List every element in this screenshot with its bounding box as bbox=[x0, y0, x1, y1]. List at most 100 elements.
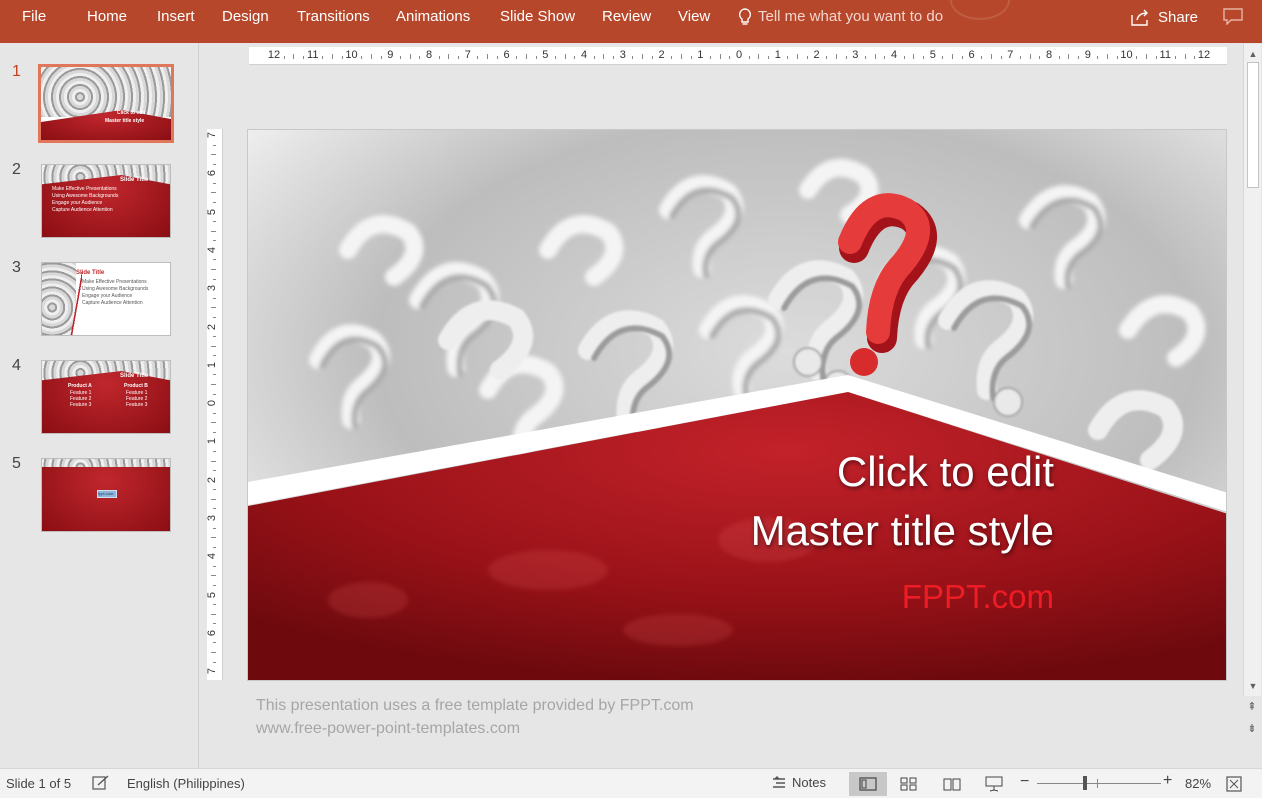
normal-view-icon bbox=[859, 777, 877, 791]
tab-home[interactable]: Home bbox=[87, 0, 127, 34]
notes-line-2: www.free-power-point-templates.com bbox=[256, 720, 521, 737]
ruler-tick bbox=[213, 374, 216, 376]
thumb-number: 4 bbox=[12, 357, 21, 374]
ruler-tick bbox=[903, 56, 905, 59]
slide-show-view-button[interactable] bbox=[975, 772, 1013, 796]
ruler-label: 3 bbox=[206, 285, 219, 292]
ruler-label: 3 bbox=[206, 514, 219, 522]
slide-thumbnail-5[interactable]: fppt.com bbox=[41, 458, 171, 532]
zoom-out-button[interactable]: − bbox=[1020, 773, 1029, 791]
slide-subtitle[interactable]: FPPT.com bbox=[902, 578, 1054, 616]
zoom-slider-knob[interactable] bbox=[1083, 776, 1087, 790]
ruler-label: 4 bbox=[890, 49, 898, 61]
ruler-label: 7 bbox=[464, 49, 471, 61]
ruler-tick bbox=[680, 54, 682, 59]
slide-canvas[interactable]: Click to edit Master title style FPPT.co… bbox=[247, 129, 1227, 681]
ruler-tick bbox=[709, 56, 711, 59]
ruler-tick bbox=[211, 613, 216, 615]
ruler-tick bbox=[864, 56, 866, 59]
ruler-tick bbox=[213, 163, 216, 165]
ruler-tick bbox=[303, 56, 305, 59]
slide-thumbnail-2[interactable]: Slide Title Make Effective Presentations… bbox=[41, 164, 171, 238]
slide-thumbnail-3[interactable]: Slide Title Make Effective Presentations… bbox=[41, 262, 171, 336]
ruler-tick bbox=[1000, 56, 1002, 59]
ruler-tick bbox=[1068, 54, 1070, 59]
ruler-label: 10 bbox=[345, 49, 358, 61]
normal-view-button[interactable] bbox=[849, 772, 887, 796]
fit-to-window-icon[interactable] bbox=[1226, 776, 1242, 792]
next-slide-icon[interactable]: ⇟ bbox=[1244, 722, 1260, 735]
reading-view-button[interactable] bbox=[933, 772, 971, 796]
ruler-tick bbox=[370, 54, 372, 59]
ruler-tick bbox=[1078, 56, 1080, 59]
slide-background-image bbox=[248, 130, 1226, 680]
ruler-tick bbox=[1039, 56, 1041, 59]
scroll-up-arrow-icon[interactable]: ▲ bbox=[1244, 46, 1262, 62]
tab-animations[interactable]: Animations bbox=[396, 0, 470, 34]
ruler-tick bbox=[213, 527, 216, 529]
ruler-label: 4 bbox=[206, 553, 219, 560]
slide-sorter-icon bbox=[900, 777, 917, 791]
slide-thumbnail-4[interactable]: Slide Title Product A Product B Feature … bbox=[41, 360, 171, 434]
ruler-tick bbox=[835, 54, 837, 59]
thumb-number: 3 bbox=[12, 259, 21, 276]
ruler-tick bbox=[213, 259, 216, 261]
ruler-tick bbox=[806, 56, 808, 59]
ruler-tick bbox=[213, 623, 216, 625]
ruler-tick bbox=[923, 56, 925, 59]
thumb3-bullet: Make Effective Presentations bbox=[82, 279, 147, 285]
thumb4-col2: Product B bbox=[124, 383, 148, 389]
comment-icon[interactable] bbox=[1222, 7, 1244, 25]
tab-review[interactable]: Review bbox=[602, 0, 651, 34]
ruler-tick bbox=[913, 54, 915, 59]
ruler-tick bbox=[213, 202, 216, 204]
vertical-scrollbar[interactable]: ▲ ▼ bbox=[1243, 44, 1261, 696]
spellcheck-icon[interactable] bbox=[92, 775, 110, 791]
thumb3-bullet: Using Awesome Backgrounds bbox=[82, 286, 149, 292]
ruler-label: 4 bbox=[206, 246, 219, 253]
tab-design[interactable]: Design bbox=[222, 0, 269, 34]
thumb1-title-line2: Master title style bbox=[105, 118, 145, 124]
tab-file[interactable]: File bbox=[22, 0, 46, 34]
ruler-tick bbox=[990, 54, 992, 59]
zoom-slider-track[interactable] bbox=[1037, 783, 1161, 784]
ruler-tick bbox=[213, 316, 216, 318]
tab-transitions[interactable]: Transitions bbox=[297, 0, 370, 34]
ruler-tick bbox=[211, 230, 216, 232]
share-icon bbox=[1131, 9, 1148, 26]
slide-thumbnail-1[interactable]: Click to edit Master title style bbox=[38, 64, 174, 143]
tab-insert[interactable]: Insert bbox=[157, 0, 195, 34]
notes-button[interactable]: Notes bbox=[772, 775, 826, 790]
previous-slide-icon[interactable]: ⇞ bbox=[1244, 700, 1260, 713]
ruler-tick bbox=[554, 56, 556, 59]
scrollbar-thumb[interactable] bbox=[1247, 62, 1259, 188]
slide-indicator[interactable]: Slide 1 of 5 bbox=[6, 776, 71, 791]
slide-title[interactable]: Click to edit Master title style bbox=[751, 442, 1054, 560]
ruler-tick bbox=[213, 297, 216, 299]
ruler-tick bbox=[613, 56, 615, 59]
ruler-tick bbox=[981, 56, 983, 59]
scroll-down-arrow-icon[interactable]: ▼ bbox=[1244, 678, 1262, 694]
ruler-tick bbox=[211, 154, 216, 156]
language-indicator[interactable]: English (Philippines) bbox=[127, 776, 245, 791]
ruler-tick bbox=[1029, 54, 1031, 59]
zoom-in-button[interactable]: + bbox=[1163, 772, 1172, 790]
tab-slide-show[interactable]: Slide Show bbox=[500, 0, 575, 34]
thumb4-title: Slide Title bbox=[120, 373, 149, 379]
zoom-level[interactable]: 82% bbox=[1185, 776, 1211, 791]
ruler-tick bbox=[213, 355, 216, 357]
ruler-label: 0 bbox=[735, 49, 743, 61]
notes-pane[interactable]: This presentation uses a free template p… bbox=[256, 694, 1156, 740]
tab-view[interactable]: View bbox=[678, 0, 710, 34]
ruler-tick bbox=[213, 489, 216, 491]
thumb2-bullet: Using Awesome Backgrounds bbox=[52, 193, 119, 199]
thumb4-item: Feature 3 bbox=[126, 402, 148, 408]
ruler-label: 1 bbox=[206, 438, 219, 445]
tell-me-box[interactable]: Tell me what you want to do bbox=[738, 0, 943, 34]
ruler-tick bbox=[632, 56, 634, 59]
ruler-label: 5 bbox=[929, 49, 936, 61]
slide-sorter-view-button[interactable] bbox=[890, 772, 928, 796]
ruler-tick bbox=[213, 278, 216, 280]
share-button[interactable]: Share bbox=[1130, 0, 1198, 34]
ruler-label: 5 bbox=[542, 49, 549, 61]
